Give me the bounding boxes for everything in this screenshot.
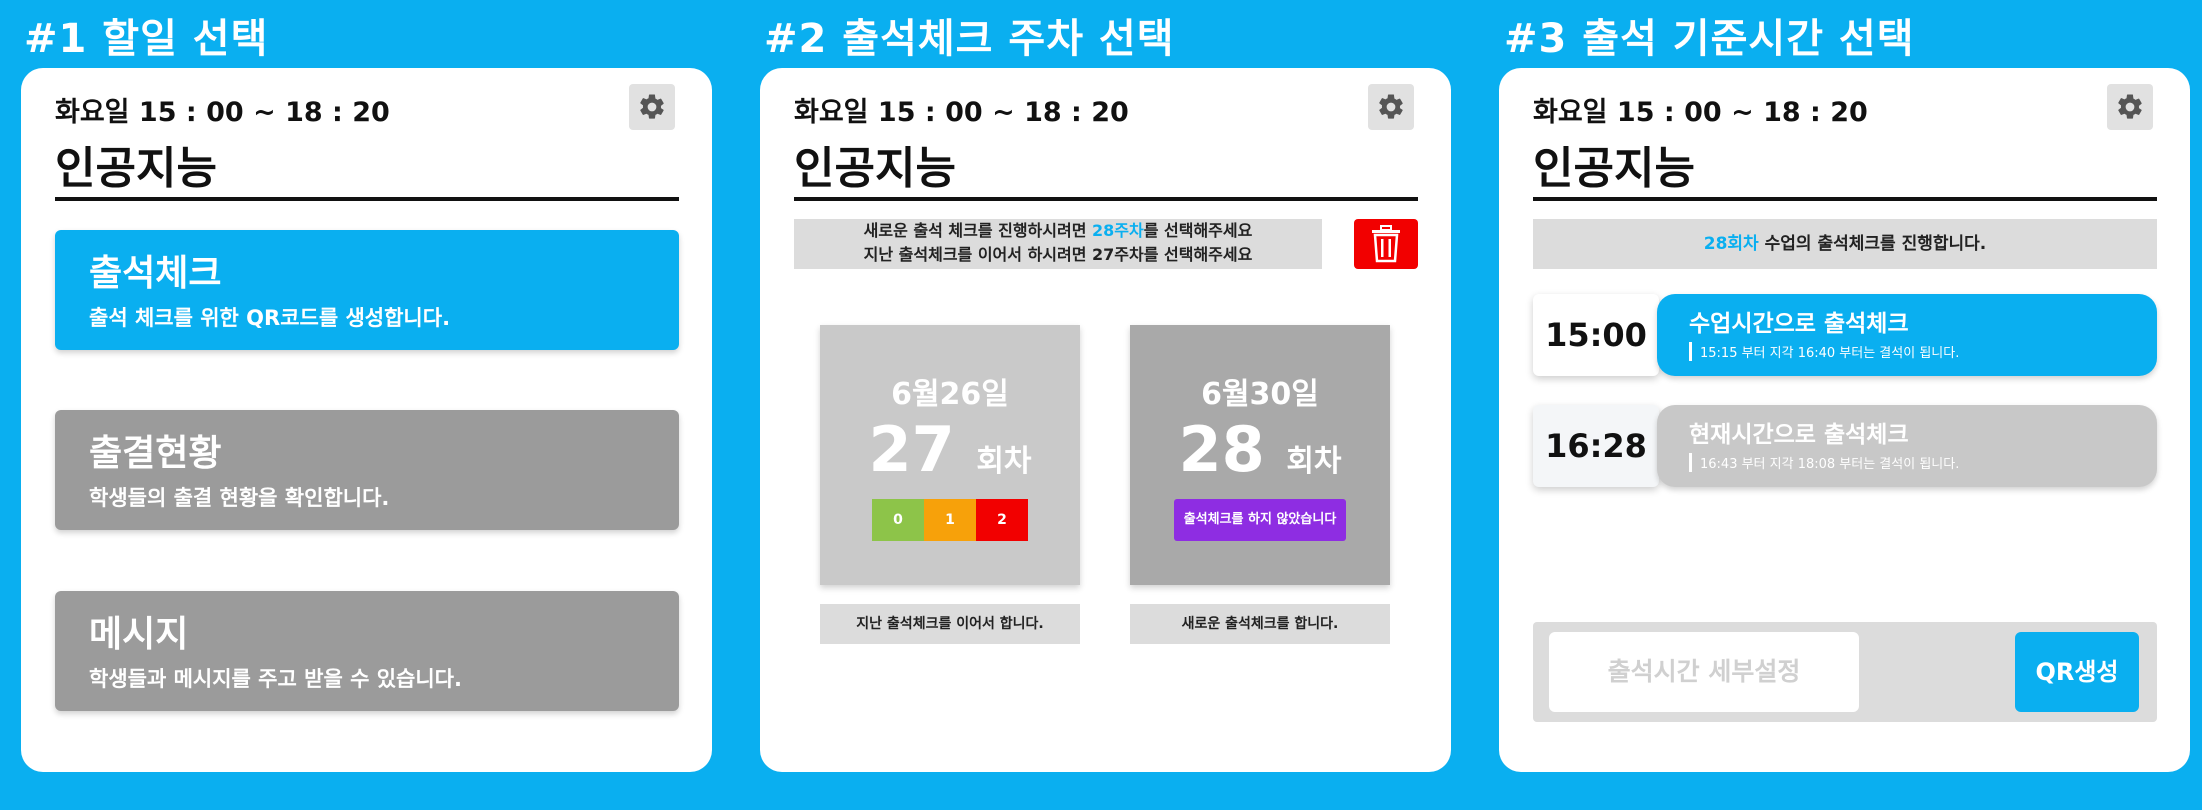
time-detail-button[interactable]: 출석시간 세부설정 [1549,632,1859,712]
heading-1: #1 할일 선택 [24,16,269,62]
option-label: 수업시간으로 출석체크 [1689,311,1909,337]
week-card-28[interactable]: 6월30일 28 회차 출석체크를 하지 않았습니다 [1130,325,1390,585]
option-class-time[interactable]: 15:00 수업시간으로 출석체크 15:15 부터 지각 16:40 부터는 … [1533,294,2157,376]
option-label: 현재시간으로 출석체크 [1689,422,1909,448]
option-pill[interactable]: 현재시간으로 출석체크 16:43 부터 지각 18:08 부터는 결석이 됩니… [1657,405,2157,487]
gear-icon [640,94,664,119]
continue-check-button[interactable]: 지난 출석체크를 이어서 합니다. [820,604,1080,644]
session-banner: 28회차 수업의 출석체크를 진행합니다. [1533,219,2157,269]
heading-2: #2 출석체크 주차 선택 [764,16,1175,62]
notice-highlight: 28주차 [1092,221,1144,240]
session-highlight: 28회차 [1703,234,1759,254]
attendance-status-card[interactable]: 출결현황 학생들의 출결 현황을 확인합니다. [55,410,679,530]
title-divider [55,197,679,201]
action-bar: 출석시간 세부설정 QR생성 [1533,622,2157,722]
card-desc: 학생들의 출결 현황을 확인합니다. [89,486,390,510]
count-present: 0 [872,499,924,541]
panel-time-select: 화요일 15 : 00 ~ 18 : 20 인공지능 28회차 수업의 출석체크… [1499,68,2190,772]
settings-button[interactable] [1368,84,1414,130]
option-note: 16:43 부터 지각 18:08 부터는 결석이 됩니다. [1689,453,1959,472]
card-desc: 출석 체크를 위한 QR코드를 생성합니다. [89,306,451,330]
status-badge: 출석체크를 하지 않았습니다 [1174,499,1346,541]
week-date: 6월30일 [1201,377,1319,412]
card-desc: 학생들과 메시지를 주고 받을 수 있습니다. [89,667,462,691]
title-divider [794,197,1418,201]
panel-task-select: 화요일 15 : 00 ~ 18 : 20 인공지능 출석체크 출석 체크를 위… [21,68,712,772]
delete-button[interactable] [1354,219,1418,269]
card-title: 메시지 [89,614,189,655]
notice-line-1: 새로운 출석 체크를 진행하시려면 28주차를 선택해주세요 [863,221,1253,240]
week-number: 28 회차 [1178,413,1342,486]
class-time: 화요일 15 : 00 ~ 18 : 20 [1533,97,1868,128]
trash-icon [1372,225,1400,263]
class-time: 화요일 15 : 00 ~ 18 : 20 [55,97,390,128]
heading-3: #3 출석 기준시간 선택 [1504,16,1915,62]
notice-line-2: 지난 출석체크를 이어서 하시려면 27주차를 선택해주세요 [863,245,1253,264]
class-title: 인공지능 [1533,143,1695,194]
settings-button[interactable] [629,84,675,130]
class-time: 화요일 15 : 00 ~ 18 : 20 [794,97,1129,128]
week-date: 6월26일 [891,377,1009,412]
panel-week-select: 화요일 15 : 00 ~ 18 : 20 인공지능 새로운 출석 체크를 진행… [760,68,1451,772]
card-title: 출석체크 [89,253,222,294]
option-current-time[interactable]: 16:28 현재시간으로 출석체크 16:43 부터 지각 18:08 부터는 … [1533,405,2157,487]
week-card-27[interactable]: 6월26일 27 회차 0 1 2 [820,325,1080,585]
gear-icon [1379,94,1403,119]
count-absent: 2 [976,499,1028,541]
new-check-button[interactable]: 새로운 출석체크를 합니다. [1130,604,1390,644]
qr-generate-button[interactable]: QR생성 [2015,632,2139,712]
settings-button[interactable] [2107,84,2153,130]
message-card[interactable]: 메시지 학생들과 메시지를 주고 받을 수 있습니다. [55,591,679,711]
week-notice: 새로운 출석 체크를 진행하시려면 28주차를 선택해주세요 지난 출석체크를 … [794,219,1322,269]
title-divider [1533,197,2157,201]
count-late: 1 [924,499,976,541]
week-number: 27 회차 [868,413,1032,486]
class-title: 인공지능 [55,143,217,194]
card-title: 출결현황 [89,433,222,474]
option-time: 16:28 [1533,405,1659,487]
option-note: 15:15 부터 지각 16:40 부터는 결석이 됩니다. [1689,342,1959,361]
gear-icon [2118,94,2142,119]
option-pill[interactable]: 수업시간으로 출석체크 15:15 부터 지각 16:40 부터는 결석이 됩니… [1657,294,2157,376]
class-title: 인공지능 [794,143,956,194]
attendance-check-card[interactable]: 출석체크 출석 체크를 위한 QR코드를 생성합니다. [55,230,679,350]
option-time: 15:00 [1533,294,1659,376]
